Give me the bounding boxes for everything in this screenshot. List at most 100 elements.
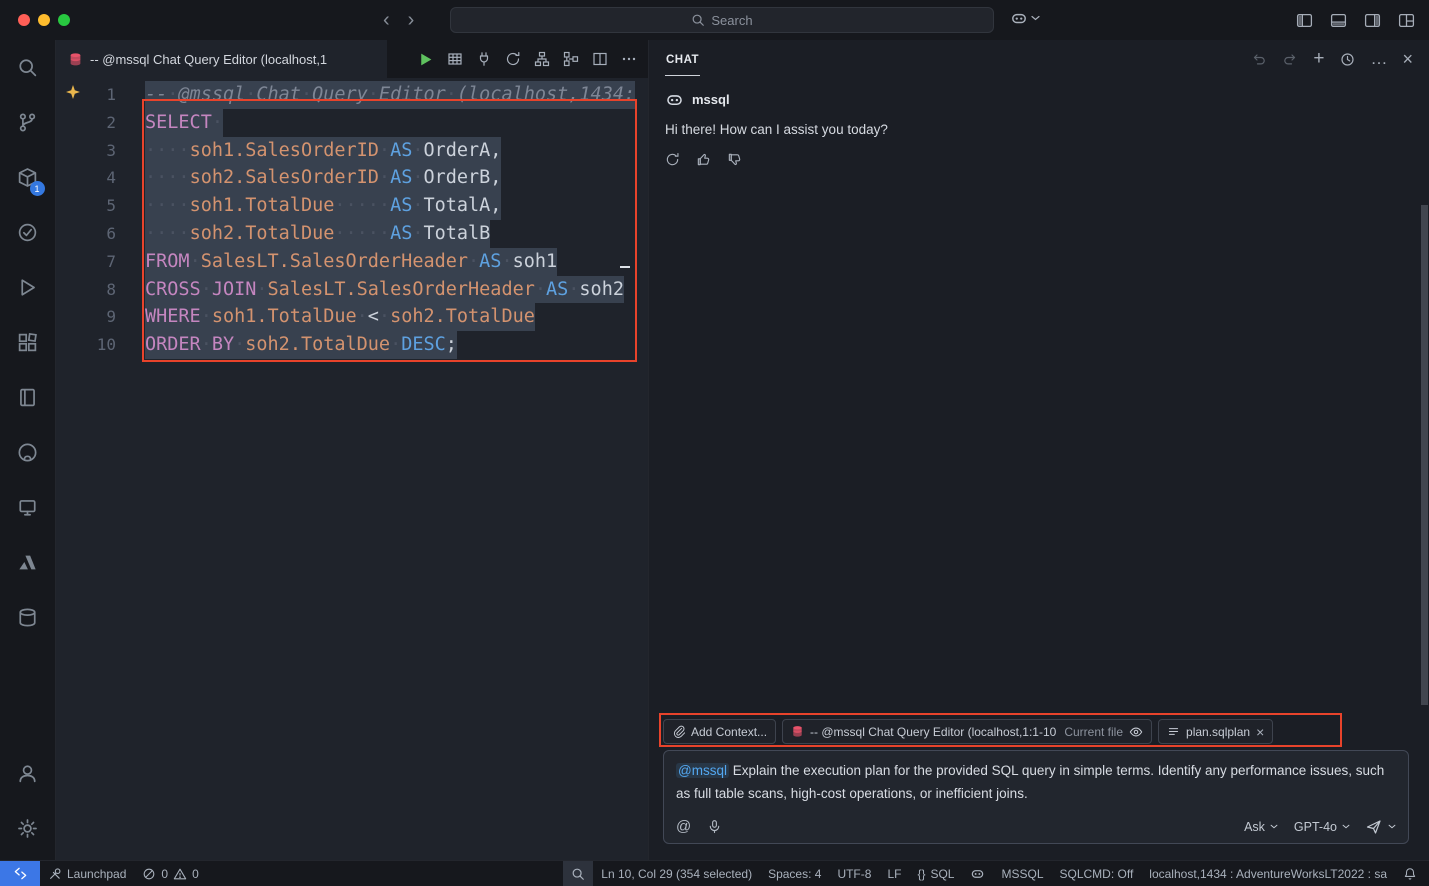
activity-references[interactable]: 1 [0,150,56,205]
tab-chat[interactable]: CHAT [665,43,700,76]
code-line[interactable]: 8CROSS·JOIN·SalesLT.SalesOrderHeader·AS·… [56,276,648,304]
activity-azure[interactable] [0,535,56,590]
chat-history-button[interactable] [1339,51,1355,67]
mic-icon [707,819,722,834]
add-context-label: Add Context... [691,725,767,739]
schema-compare-button[interactable] [557,46,584,73]
remove-context-icon[interactable]: × [1256,724,1264,740]
code-line[interactable]: 6····soh2.TotalDue·····AS·TotalB [56,220,648,248]
regenerate-button[interactable] [665,152,680,167]
mic-button[interactable] [707,819,722,834]
navigate-back-icon[interactable]: ‹ [383,9,390,32]
results-grid-button[interactable] [441,46,468,73]
encoding-indicator[interactable]: UTF-8 [829,861,879,886]
toggle-secondary-sidebar-icon[interactable] [1364,12,1381,29]
more-actions-button[interactable] [615,46,642,73]
context-pill-plan-sqlplan[interactable]: plan.sqlplan × [1158,719,1273,744]
maximize-window-button[interactable] [58,14,70,26]
editor-group: -- @mssql Chat Query Editor (localhost,1 [56,40,648,860]
launchpad-button[interactable]: Launchpad [40,861,134,886]
context-pill-current-file[interactable]: -- @mssql Chat Query Editor (localhost,1… [782,719,1152,744]
code-line[interactable]: 7FROM·SalesLT.SalesOrderHeader·AS·soh1 [56,248,648,276]
zoom-indicator[interactable] [563,861,593,886]
search-placeholder: Search [711,13,752,28]
chat-panel-header: CHAT + … × [649,40,1429,78]
command-center-search[interactable]: Search [450,7,994,33]
error-count: 0 [161,867,168,881]
chevron-down-icon [1031,15,1040,21]
code-editor[interactable]: 1--·@mssql·Chat·Query·Editor·(localhost,… [56,78,648,860]
indentation-indicator[interactable]: Spaces: 4 [760,861,829,886]
activity-extensions[interactable] [0,315,56,370]
split-editor-button[interactable] [586,46,613,73]
code-line[interactable]: 4····soh2.SalesOrderID·AS·OrderB, [56,164,648,192]
minimize-window-button[interactable] [38,14,50,26]
check-circle-icon [17,222,38,243]
settings-button[interactable] [0,801,56,856]
copilot-sparkle-icon[interactable] [65,84,81,100]
redo-icon [1282,51,1298,67]
activity-github[interactable] [0,425,56,480]
problems-indicator[interactable]: 0 0 [134,861,206,886]
customize-layout-icon[interactable] [1398,12,1415,29]
code-line[interactable]: 9WHERE·soh1.TotalDue·<·soh2.TotalDue [56,303,648,331]
chat-prompt-text[interactable]: @mssql Explain the execution plan for th… [676,760,1396,805]
activity-remote-explorer[interactable] [0,480,56,535]
add-context-button[interactable]: Add Context... [663,719,776,744]
text-cursor [620,266,630,268]
activity-database-projects[interactable] [0,590,56,645]
estimated-plan-button[interactable] [528,46,555,73]
model-dropdown[interactable]: GPT-4o [1294,820,1350,834]
remote-indicator[interactable] [0,861,40,886]
thumbs-down-button[interactable] [727,152,742,167]
chat-input-box[interactable]: @mssql Explain the execution plan for th… [663,750,1409,844]
toggle-panel-icon[interactable] [1330,12,1347,29]
context-pills: Add Context... -- @mssql Chat Query Edit… [663,719,1409,744]
tab-chat-query-editor[interactable]: -- @mssql Chat Query Editor (localhost,1 [56,40,387,78]
code-line[interactable]: 1--·@mssql·Chat·Query·Editor·(localhost,… [56,81,648,109]
activity-run-debug[interactable] [0,260,56,315]
mode-dropdown[interactable]: Ask [1244,820,1278,834]
redo-edit-button[interactable] [1282,51,1298,67]
code-line[interactable]: 2SELECT· [56,109,648,137]
activity-search[interactable] [0,40,56,95]
mssql-mention: @mssql [676,763,729,778]
activity-testing[interactable] [0,205,56,260]
copilot-menu[interactable] [1010,9,1040,27]
activity-source-control[interactable] [0,95,56,150]
connection-status[interactable]: localhost,1434 : AdventureWorksLT2022 : … [1141,861,1395,886]
badge-count: 1 [30,181,45,196]
workbench: 1 [0,40,1429,860]
cursor-position[interactable]: Ln 10, Col 29 (354 selected) [593,861,760,886]
new-chat-button[interactable]: + [1313,48,1324,70]
launchpad-label: Launchpad [67,867,126,881]
thumbs-up-button[interactable] [696,152,711,167]
bell-icon [1403,867,1417,881]
language-mode[interactable]: {} SQL [909,861,962,886]
code-line[interactable]: 3····soh1.SalesOrderID·AS·OrderA, [56,137,648,165]
mention-button[interactable]: @ [676,818,691,835]
toggle-primary-sidebar-icon[interactable] [1296,12,1313,29]
send-button[interactable] [1366,819,1396,835]
mssql-status[interactable]: MSSQL [993,861,1051,886]
chat-scrollbar[interactable] [1421,205,1428,705]
close-window-button[interactable] [18,14,30,26]
sqlcmd-status[interactable]: SQLCMD: Off [1052,861,1142,886]
run-query-button[interactable] [412,46,439,73]
activity-notebooks[interactable] [0,370,56,425]
notifications-button[interactable] [1395,861,1429,886]
code-line[interactable]: 10ORDER·BY·soh2.TotalDue·DESC; [56,331,648,359]
close-chat-button[interactable]: × [1402,49,1413,70]
navigate-forward-icon[interactable]: › [408,9,415,32]
undo-edit-button[interactable] [1251,51,1267,67]
code-line[interactable]: 5····soh1.TotalDue·····AS·TotalA, [56,192,648,220]
account-button[interactable] [0,746,56,801]
change-connection-button[interactable] [499,46,526,73]
chat-more-button[interactable]: … [1370,49,1387,69]
copilot-status[interactable] [962,861,993,886]
eol-indicator[interactable]: LF [879,861,909,886]
disconnect-button[interactable] [470,46,497,73]
search-icon [17,57,38,78]
list-icon [1167,725,1180,738]
eye-icon[interactable] [1129,725,1143,739]
